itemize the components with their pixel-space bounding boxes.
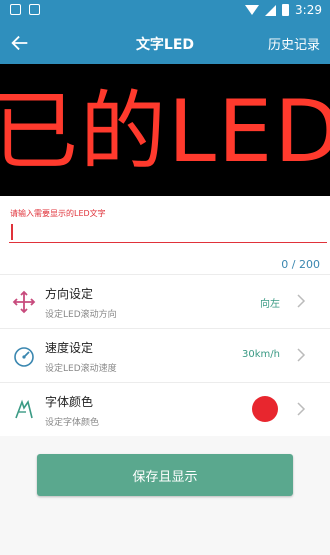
setting-subtitle: 设定LED滚动方向	[45, 310, 117, 320]
speedometer-icon	[14, 347, 34, 367]
notification-icons	[10, 4, 40, 15]
wifi-icon	[245, 5, 260, 15]
setting-subtitle: 设定字体颜色	[45, 418, 100, 428]
settings-list: 方向设定 设定LED滚动方向 向左 速度设定 设定LED滚动速度 30km/h …	[0, 274, 330, 436]
font-color-setting-row[interactable]: 字体颜色 设定字体颜色	[0, 382, 330, 437]
app-bar: 文字LED 历史记录	[0, 24, 330, 64]
notification-icon	[29, 4, 40, 15]
setting-title: 速度设定	[45, 341, 94, 355]
input-label: 请输入需要显示的LED文字	[10, 209, 106, 218]
chevron-right-icon	[297, 402, 306, 416]
led-preview: 已的LED	[0, 64, 330, 196]
led-preview-text: 已的LED	[0, 82, 330, 182]
chevron-right-icon	[297, 348, 306, 362]
setting-title: 方向设定	[45, 287, 94, 301]
status-bar: 3:29	[0, 0, 330, 24]
font-color-icon	[15, 399, 33, 419]
signal-icon	[265, 4, 277, 16]
setting-value: 30km/h	[242, 349, 280, 360]
text-input-section: 请输入需要显示的LED文字 0 / 200	[0, 196, 330, 274]
led-text-input[interactable]	[9, 222, 327, 243]
setting-subtitle: 设定LED滚动速度	[45, 364, 117, 374]
setting-value: 向左	[260, 299, 280, 310]
char-counter: 0 / 200	[281, 258, 320, 271]
chevron-right-icon	[297, 294, 306, 308]
direction-setting-row[interactable]: 方向设定 设定LED滚动方向 向左	[0, 274, 330, 329]
status-right: 3:29	[245, 3, 322, 17]
battery-icon	[282, 4, 290, 16]
speed-setting-row[interactable]: 速度设定 设定LED滚动速度 30km/h	[0, 328, 330, 383]
save-and-display-button[interactable]: 保存且显示	[37, 454, 293, 496]
setting-title: 字体颜色	[45, 395, 94, 409]
text-cursor	[11, 224, 13, 240]
notification-icon	[10, 4, 21, 15]
font-color-swatch[interactable]	[252, 396, 278, 422]
status-time: 3:29	[295, 3, 322, 17]
direction-arrows-icon	[12, 290, 36, 314]
history-button[interactable]: 历史记录	[268, 34, 320, 53]
